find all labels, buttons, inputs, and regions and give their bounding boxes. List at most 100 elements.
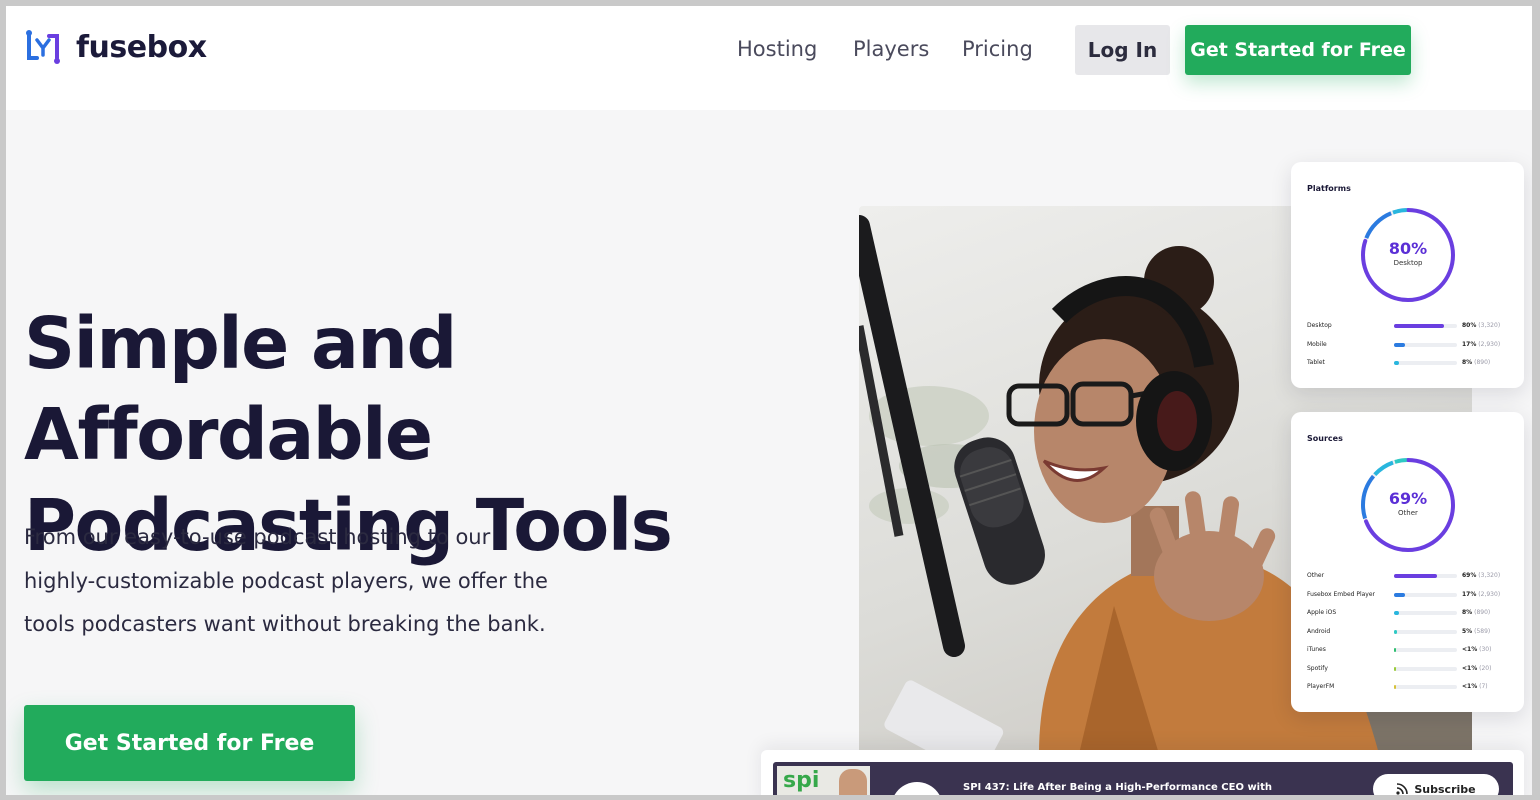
podcast-player[interactable]: spi SPI 437: Life After Being a High-Per… <box>773 762 1513 795</box>
stat-row-value: 69% (3,320) <box>1462 572 1500 579</box>
sources-card-title: Sources <box>1307 434 1343 443</box>
play-button[interactable] <box>891 782 943 795</box>
subscribe-button[interactable]: Subscribe <box>1373 774 1499 795</box>
stat-row-label: Apple iOS <box>1307 609 1337 616</box>
stat-row-count: (589) <box>1474 627 1491 635</box>
stat-row-bar-track <box>1394 666 1457 671</box>
stat-row-value: 8% (890) <box>1462 359 1490 366</box>
stat-row-count: (3,320) <box>1478 322 1501 329</box>
stat-row-label: Tablet <box>1307 359 1325 366</box>
hero-description-line-1: From our easy-to-use podcast hosting to … <box>24 525 491 549</box>
stat-row-value: <1% (20) <box>1462 665 1491 672</box>
platforms-ring-label: 80% Desktop <box>1358 240 1458 268</box>
hero-title-line-1: Simple and Affordable <box>24 302 457 476</box>
sources-ring-value: 69% <box>1388 489 1428 508</box>
stat-row-label: iTunes <box>1307 646 1326 653</box>
stat-row: Mobile 17% (2,930) <box>1307 339 1517 351</box>
stat-row-label: Desktop <box>1307 322 1332 329</box>
stat-row-percent: <1% <box>1462 664 1478 672</box>
stat-row-bar-fill <box>1394 611 1400 615</box>
stat-row: Fusebox Embed Player 17% (2,930) <box>1307 589 1517 601</box>
stat-row-percent: 17% <box>1462 340 1477 348</box>
stat-row-value: 8% (890) <box>1462 609 1490 616</box>
stat-row: Other 69% (3,320) <box>1307 570 1517 582</box>
stat-row-bar-fill <box>1394 342 1405 347</box>
stat-row-count: (2,930) <box>1478 340 1501 348</box>
stat-row: Spotify <1% (20) <box>1307 663 1517 675</box>
sources-ring-caption: Other <box>1398 509 1418 517</box>
nav-pricing[interactable]: Pricing <box>962 37 1033 61</box>
stat-row-count: (30) <box>1479 646 1492 653</box>
stat-row: Android 5% (589) <box>1307 626 1517 638</box>
stat-row-value: 17% (2,930) <box>1462 591 1500 598</box>
stat-row-value: 80% (3,320) <box>1462 322 1500 329</box>
stat-row-bar-fill <box>1394 574 1438 578</box>
sources-card: Sources 69% Other Other 69% (3,320) Fusebo… <box>1291 412 1524 712</box>
stat-row-percent: 8% <box>1462 609 1473 616</box>
stat-row-percent: 8% <box>1462 359 1473 366</box>
stat-row-bar-fill <box>1394 629 1398 634</box>
stat-row-label: Android <box>1307 627 1331 635</box>
podcast-player-embed: spi SPI 437: Life After Being a High-Per… <box>761 750 1524 795</box>
stat-row-bar-track <box>1394 648 1457 652</box>
stat-row-bar-track <box>1394 685 1457 689</box>
stat-row: Apple iOS 8% (890) <box>1307 607 1517 619</box>
stat-row-percent: 80% <box>1462 322 1477 329</box>
stat-row-value: <1% (7) <box>1462 683 1488 690</box>
stat-row-value: 5% (589) <box>1462 628 1490 635</box>
stat-row-bar-track <box>1394 574 1457 578</box>
page-frame: fusebox Hosting Players Pricing Log In G… <box>6 6 1532 795</box>
stat-row: Tablet 8% (890) <box>1307 357 1517 369</box>
subscribe-label: Subscribe <box>1414 782 1476 796</box>
thumbnail-logo: spi <box>783 768 820 793</box>
stat-row-count: (890) <box>1474 609 1491 616</box>
hero-description: From our easy-to-use podcast hosting to … <box>24 516 584 647</box>
stat-row-percent: <1% <box>1462 683 1478 690</box>
stat-row-bar-track <box>1394 611 1457 615</box>
stat-row-bar-track <box>1394 324 1457 328</box>
stat-row-label: PlayerFM <box>1307 683 1335 690</box>
stat-row-percent: 17% <box>1462 590 1477 598</box>
stat-row-bar-fill <box>1394 685 1396 689</box>
host-photo <box>839 769 867 795</box>
rss-icon <box>1396 783 1409 795</box>
brand-name: fusebox <box>76 29 207 65</box>
stat-row-label: Spotify <box>1307 664 1328 672</box>
nav-hosting[interactable]: Hosting <box>737 37 817 61</box>
site-header: fusebox Hosting Players Pricing Log In G… <box>6 6 1532 110</box>
login-button[interactable]: Log In <box>1075 25 1170 75</box>
stat-row-count: (2,930) <box>1478 590 1501 598</box>
stat-row: PlayerFM <1% (7) <box>1307 681 1517 693</box>
platforms-ring-value: 80% <box>1388 239 1428 258</box>
platforms-ring-caption: Desktop <box>1393 259 1423 267</box>
stat-row-count: (890) <box>1474 359 1491 366</box>
nav-players[interactable]: Players <box>853 37 929 61</box>
fusebox-logo-icon <box>26 30 60 64</box>
platforms-card: Platforms 80% Desktop Desktop 80% (3,320)… <box>1291 162 1524 388</box>
hero-description-line-3: tools podcasters want without breaking t… <box>24 612 546 636</box>
stat-row-bar-fill <box>1394 648 1396 652</box>
hero-get-started-button[interactable]: Get Started for Free <box>24 705 355 781</box>
stat-row-value: 17% (2,930) <box>1462 341 1500 348</box>
stat-row-bar-fill <box>1394 592 1405 597</box>
episode-title: SPI 437: Life After Being a High-Perform… <box>963 782 1273 793</box>
stat-row-bar-fill <box>1394 666 1396 671</box>
stat-row-percent: <1% <box>1462 646 1478 653</box>
stat-row-bar-track <box>1394 342 1457 347</box>
stat-row: iTunes <1% (30) <box>1307 644 1517 656</box>
stat-row-bar-track <box>1394 592 1457 597</box>
stat-row-bar-track <box>1394 361 1457 365</box>
stat-row-count: (3,320) <box>1478 572 1501 579</box>
stat-row: Desktop 80% (3,320) <box>1307 320 1517 332</box>
stat-row-label: Other <box>1307 572 1325 579</box>
stat-row-bar-track <box>1394 629 1457 634</box>
stat-row-count: (20) <box>1479 664 1492 672</box>
hero-description-line-2: highly-customizable podcast players, we … <box>24 568 548 593</box>
stat-row-value: <1% (30) <box>1462 646 1491 653</box>
stat-row-bar-fill <box>1394 361 1400 365</box>
episode-thumbnail: spi <box>777 766 870 795</box>
brand-logo[interactable]: fusebox <box>24 28 207 66</box>
stat-row-label: Mobile <box>1307 340 1327 348</box>
sources-ring-label: 69% Other <box>1358 490 1458 518</box>
header-get-started-button[interactable]: Get Started for Free <box>1185 25 1411 75</box>
